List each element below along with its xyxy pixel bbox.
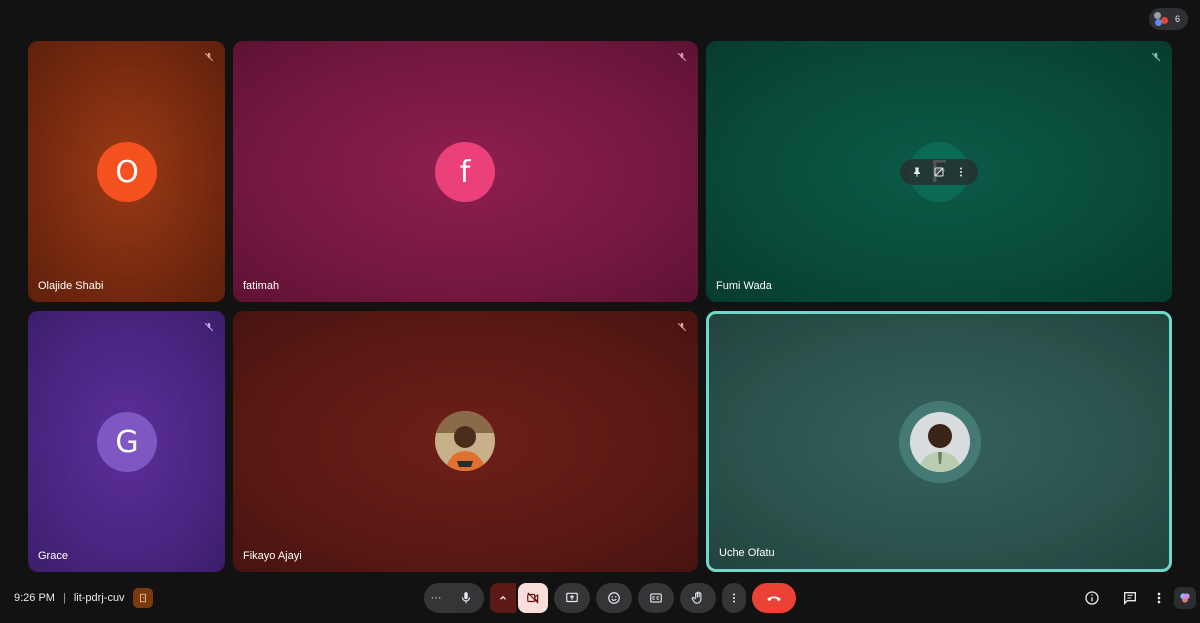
captions-button[interactable] [638, 583, 674, 613]
participant-avatars-icon [1153, 11, 1169, 27]
call-controls: ··· [424, 583, 796, 613]
separator: | [62, 592, 66, 604]
avatar: f [435, 142, 495, 202]
end-call-button[interactable] [752, 583, 796, 613]
audio-options-button[interactable]: ··· [424, 583, 448, 613]
mic-off-icon [1148, 49, 1164, 65]
emoji-icon [608, 592, 620, 604]
mic-off-icon [674, 49, 690, 65]
participant-name: Grace [38, 550, 68, 562]
more-horiz-icon: ··· [430, 592, 442, 604]
avatar: O [97, 142, 157, 202]
video-control-group [490, 583, 548, 613]
participant-name: fatimah [243, 280, 280, 292]
tile-hover-controls [900, 159, 978, 185]
more-vert-icon [733, 593, 735, 603]
door-icon[interactable] [132, 588, 153, 608]
audio-control-group: ··· [424, 583, 484, 613]
mic-off-icon [674, 319, 690, 335]
camera-off-icon [527, 592, 539, 604]
raise-hand-icon [691, 591, 702, 604]
participant-name: Olajide Shabi [38, 280, 104, 292]
frame-icon[interactable] [933, 166, 945, 178]
microphone-button[interactable] [448, 583, 484, 613]
meeting-info: 9:26 PM | lit-pdrj-cuv [14, 588, 153, 608]
clock-time: 9:26 PM [14, 592, 55, 604]
side-panel-controls [1078, 583, 1200, 613]
info-icon [1085, 591, 1099, 605]
gemini-icon [1180, 593, 1190, 603]
participant-name: Fikayo Ajayi [243, 550, 302, 562]
meeting-details-button[interactable] [1078, 584, 1106, 612]
pin-icon[interactable] [911, 166, 923, 178]
present-button[interactable] [554, 583, 590, 613]
participant-tile[interactable]: F Fumi Wada [706, 41, 1172, 302]
captions-icon [650, 593, 662, 603]
raise-hand-button[interactable] [680, 583, 716, 613]
participant-tile[interactable]: O Olajide Shabi [28, 41, 225, 302]
participant-count: 6 [1174, 14, 1180, 24]
microphone-icon [461, 592, 471, 604]
participant-name: Uche Ofatu [719, 547, 775, 559]
profile-photo [435, 411, 495, 471]
participant-tile-active-speaker[interactable]: Uche Ofatu [706, 311, 1172, 572]
emoji-button[interactable] [596, 583, 632, 613]
chevron-up-icon [500, 595, 506, 600]
activities-icon [1157, 592, 1161, 604]
profile-photo [910, 412, 970, 472]
participant-name: Fumi Wada [716, 280, 772, 292]
participant-tile[interactable]: f fatimah [233, 41, 698, 302]
participant-tile[interactable]: G Grace [28, 311, 225, 572]
participant-tile[interactable]: Fikayo Ajayi [233, 311, 698, 572]
mic-off-icon [201, 49, 217, 65]
video-options-button[interactable] [490, 583, 516, 613]
camera-toggle-button[interactable] [518, 583, 548, 613]
chat-icon [1124, 592, 1136, 605]
avatar: G [97, 412, 157, 472]
more-options-button[interactable] [722, 583, 746, 613]
participants-indicator[interactable]: 6 [1148, 8, 1188, 30]
activities-button[interactable] [1154, 584, 1164, 612]
present-icon [566, 592, 578, 603]
gemini-button[interactable] [1174, 587, 1196, 609]
chat-button[interactable] [1116, 584, 1144, 612]
end-call-icon [767, 596, 781, 601]
meeting-code: lit-pdrj-cuv [73, 592, 125, 604]
more-vert-icon[interactable] [955, 166, 967, 178]
mic-off-icon [201, 319, 217, 335]
